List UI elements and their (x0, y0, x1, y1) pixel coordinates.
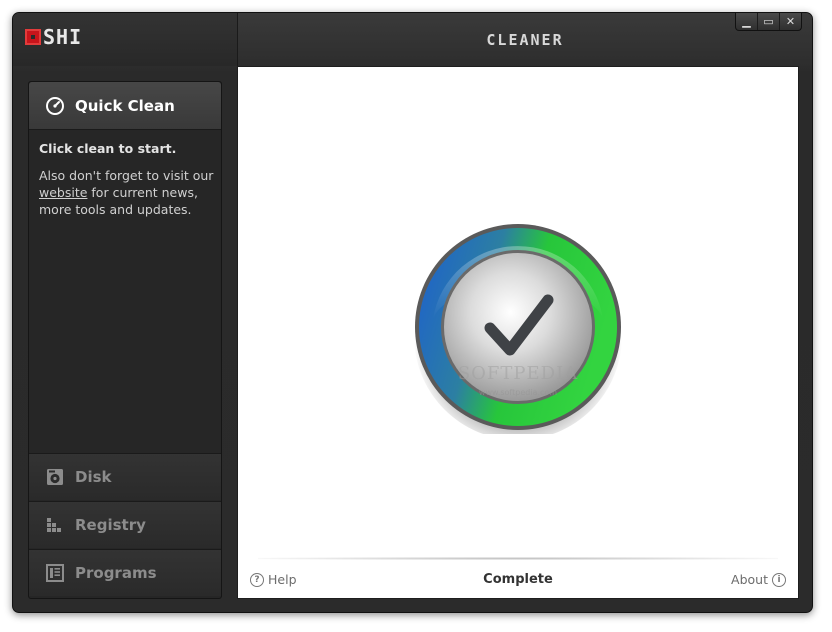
info-headline: Click clean to start. (39, 141, 177, 156)
title-bar-caption-area: CLEANER ▁ ▭ ✕ (237, 13, 812, 66)
app-window: SHI CLEANER ▁ ▭ ✕ Quick Clean Click clea… (12, 12, 813, 613)
window-controls: ▁ ▭ ✕ (735, 13, 802, 31)
oshi-logo: SHI (25, 25, 83, 49)
maximize-button[interactable]: ▭ (757, 13, 779, 30)
programs-icon (45, 563, 65, 583)
about-label: About (731, 572, 768, 587)
about-link[interactable]: About i (731, 572, 786, 587)
minimize-button[interactable]: ▁ (736, 13, 757, 30)
sidebar-item-label: Quick Clean (75, 96, 175, 115)
footer-divider (258, 557, 778, 560)
sidebar-item-label: Registry (75, 516, 146, 534)
status-text: Complete (483, 572, 553, 587)
sidebar-item-quick-clean[interactable]: Quick Clean (29, 82, 221, 130)
logo-text: SHI (43, 25, 83, 49)
sidebar-item-label: Programs (75, 564, 157, 582)
app-title: CLEANER (486, 31, 564, 49)
info-text: Also don't forget to visit our website f… (39, 167, 214, 218)
close-button[interactable]: ✕ (779, 13, 801, 30)
sidebar-item-label: Disk (75, 468, 112, 486)
info-icon: i (772, 572, 786, 587)
info-text-before: Also don't forget to visit our (39, 168, 214, 183)
disk-icon (45, 467, 65, 487)
main-panel: SOFTPEDIA www.softpedia.com ? Help Compl… (237, 66, 799, 599)
title-bar[interactable]: SHI CLEANER ▁ ▭ ✕ (13, 13, 812, 66)
sidebar: Quick Clean Click clean to start. Also d… (28, 81, 222, 599)
title-bar-logo-area: SHI (13, 13, 237, 66)
status-badge (413, 224, 623, 440)
logo-mark-icon (25, 29, 41, 45)
watermark-url: www.softpedia.com (478, 388, 558, 397)
sidebar-item-disk[interactable]: Disk (29, 453, 221, 500)
registry-icon (45, 515, 65, 535)
sidebar-item-programs[interactable]: Programs (29, 549, 221, 596)
sidebar-info-panel: Click clean to start. Also don't forget … (39, 140, 214, 218)
checkmark-badge (414, 224, 622, 440)
sidebar-item-registry[interactable]: Registry (29, 501, 221, 548)
gauge-icon (45, 96, 65, 116)
website-link[interactable]: website (39, 185, 87, 200)
footer-bar: ? Help Complete About i (238, 570, 798, 592)
watermark-text: SOFTPEDIA (457, 363, 579, 384)
